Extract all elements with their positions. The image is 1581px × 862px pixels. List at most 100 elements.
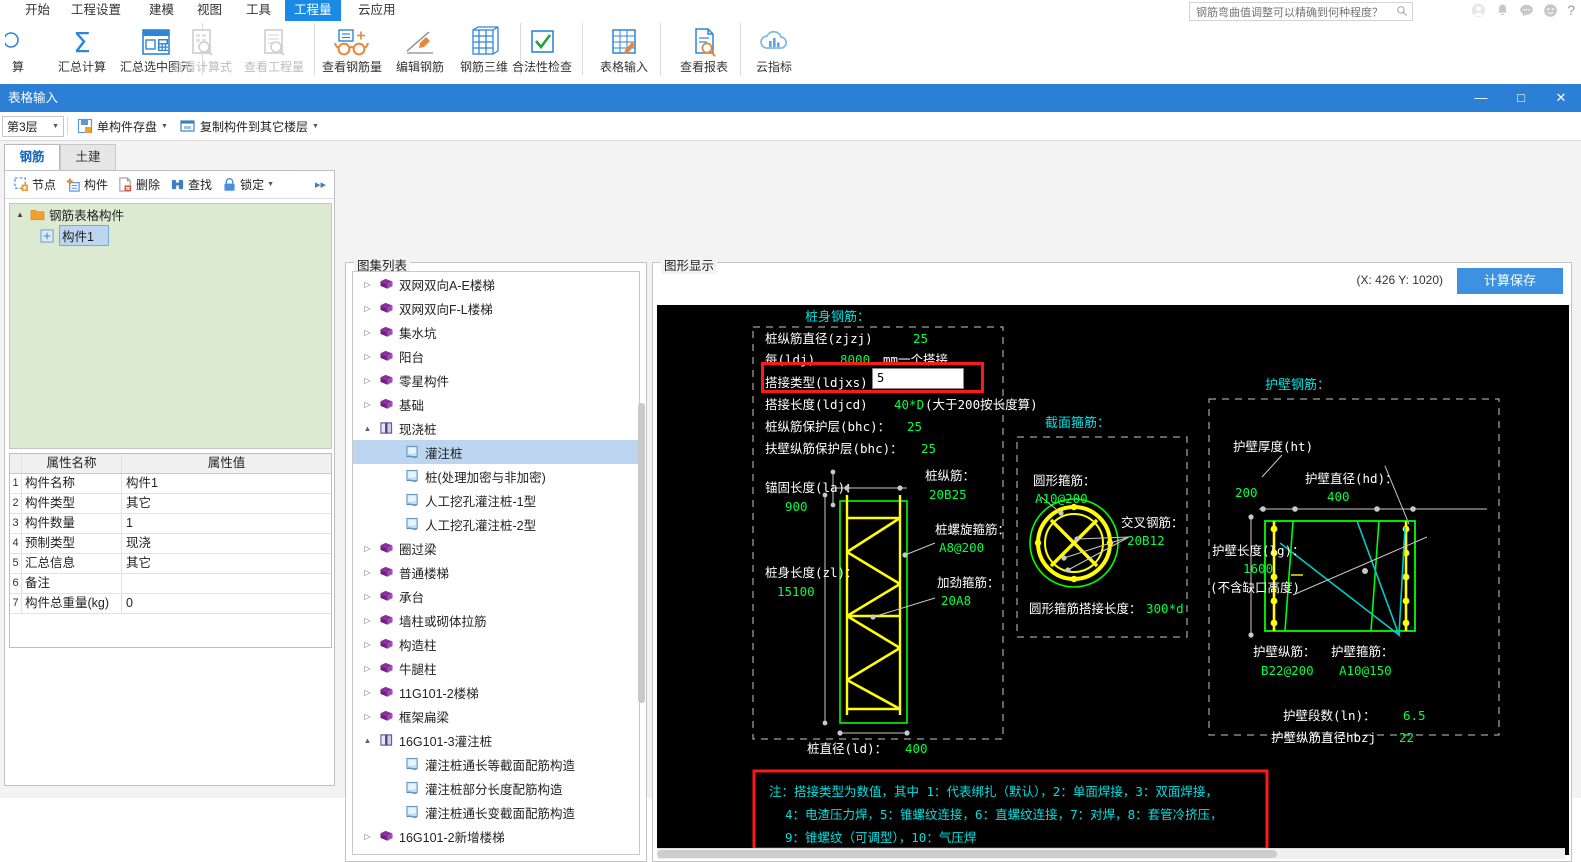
search-input[interactable] bbox=[1194, 4, 1390, 21]
table-row[interactable]: 4 预制类型 现浇 bbox=[10, 534, 331, 554]
atlas-item[interactable]: ▷ 框架扁梁 bbox=[353, 704, 639, 728]
tool-summary-calc[interactable]: Σ 汇总计算 bbox=[50, 21, 114, 82]
row-value[interactable]: 0 bbox=[122, 594, 331, 613]
find-button[interactable]: 查找 bbox=[165, 173, 217, 197]
chat-bubble-icon[interactable] bbox=[1519, 3, 1534, 18]
copy-component-button[interactable]: 复制构件到其它楼层 ▼ bbox=[174, 114, 325, 138]
maximize-button[interactable]: □ bbox=[1501, 84, 1541, 112]
expander-icon[interactable]: ▷ bbox=[361, 376, 374, 385]
atlas-item[interactable]: ▷ 双网双向F-L楼梯 bbox=[353, 296, 639, 320]
atlas-item[interactable]: 灌注桩部分长度配筋构造 bbox=[353, 776, 639, 800]
atlas-item[interactable]: ▷ 构造柱 bbox=[353, 632, 639, 656]
save-component-button[interactable]: 单构件存盘 ▼ bbox=[71, 114, 174, 138]
delete-button[interactable]: 删除 bbox=[113, 173, 165, 197]
expander-icon[interactable]: ▷ bbox=[361, 640, 374, 649]
expander-icon[interactable]: ▷ bbox=[361, 568, 374, 577]
menu-item-modeling[interactable]: 建模 bbox=[140, 0, 183, 21]
more-chevron-icon[interactable]: ▸▸ bbox=[310, 173, 334, 197]
table-row[interactable]: 1 构件名称 构件1 bbox=[10, 474, 331, 494]
diagram-canvas[interactable]: 桩身钢筋： 桩纵筋直径(zjzj) 25 每(ldj) 8000 mm一个搭接 … bbox=[657, 305, 1569, 855]
expander-icon[interactable]: ▷ bbox=[361, 832, 374, 841]
close-button[interactable]: ✕ bbox=[1541, 84, 1581, 112]
atlas-item[interactable]: ▷ 圈过梁 bbox=[353, 536, 639, 560]
tool-table-input[interactable]: 表格输入 bbox=[592, 21, 656, 82]
add-component-button[interactable]: 构件 bbox=[61, 173, 113, 197]
atlas-item[interactable]: ▷ 16G101-2新增楼梯 bbox=[353, 824, 639, 848]
atlas-item[interactable]: ▲ 现浇桩 bbox=[353, 416, 639, 440]
table-row[interactable]: 7 构件总重量(kg) 0 bbox=[10, 594, 331, 614]
expander-icon[interactable]: ▷ bbox=[361, 664, 374, 673]
row-value[interactable]: 其它 bbox=[122, 554, 331, 573]
table-row[interactable]: 5 汇总信息 其它 bbox=[10, 554, 331, 574]
tool-view-rebar-qty[interactable]: 查看钢筋量 bbox=[316, 21, 388, 82]
scrollbar-thumb[interactable] bbox=[657, 850, 1277, 858]
table-row[interactable]: 2 构件类型 其它 bbox=[10, 494, 331, 514]
tree-item-rebar-table-components[interactable]: ▲ 钢筋表格构件 bbox=[10, 204, 331, 225]
tab-rebar[interactable]: 钢筋 bbox=[4, 144, 60, 170]
atlas-item[interactable]: ▷ 集水坑 bbox=[353, 320, 639, 344]
expander-icon[interactable]: ▲ bbox=[16, 210, 26, 219]
atlas-item[interactable]: ▷ 基础 bbox=[353, 392, 639, 416]
atlas-item[interactable]: 人工挖孔灌注桩-1型 bbox=[353, 488, 639, 512]
row-value[interactable] bbox=[122, 574, 331, 593]
expander-icon[interactable]: ▷ bbox=[361, 328, 374, 337]
atlas-item[interactable]: ▲ 16G101-3灌注桩 bbox=[353, 728, 639, 752]
help-question-icon[interactable]: ? bbox=[1567, 3, 1575, 18]
menu-item-quantity[interactable]: 工程量 bbox=[285, 0, 341, 21]
tool-view-formula[interactable]: 查看计算式 bbox=[166, 21, 238, 82]
atlas-item[interactable]: ▷ 11G101-2楼梯 bbox=[353, 680, 639, 704]
row-value[interactable]: 构件1 bbox=[122, 474, 331, 493]
lock-button[interactable]: 锁定 ▼ bbox=[217, 173, 279, 197]
expander-icon[interactable]: ▷ bbox=[361, 616, 374, 625]
expander-icon[interactable]: ▷ bbox=[361, 304, 374, 313]
tool-view-quantity[interactable]: 查看工程量 bbox=[238, 21, 310, 82]
account-icon[interactable] bbox=[1471, 3, 1486, 18]
table-row[interactable]: 6 备注 bbox=[10, 574, 331, 594]
expander-icon[interactable]: ▷ bbox=[361, 712, 374, 721]
expander-icon[interactable]: ▲ bbox=[361, 424, 374, 433]
floor-selector[interactable]: 第3层 ▼ bbox=[2, 115, 64, 137]
expander-icon[interactable]: ▷ bbox=[361, 688, 374, 697]
tool-partial-calc[interactable]: 算 bbox=[0, 21, 50, 82]
canvas-horizontal-scrollbar[interactable] bbox=[657, 848, 1565, 859]
atlas-item[interactable]: 桩(处理加密与非加密) bbox=[353, 464, 639, 488]
expander-icon[interactable]: ▲ bbox=[361, 736, 374, 745]
expander-icon[interactable]: ▷ bbox=[361, 592, 374, 601]
atlas-item[interactable]: 人工挖孔灌注桩-2型 bbox=[353, 512, 639, 536]
tab-civil[interactable]: 土建 bbox=[60, 144, 116, 170]
menu-item-project-settings[interactable]: 工程设置 bbox=[62, 0, 130, 21]
atlas-list[interactable]: ▷ 双网双向A-E楼梯 ▷ 双网双向F-L楼梯 ▷ 集水坑 ▷ 阳台 ▷ 零星构件 ▷ 基础 ▲ 现浇桩灌… bbox=[352, 271, 640, 855]
search-box[interactable] bbox=[1189, 2, 1413, 21]
expander-icon[interactable]: ▷ bbox=[361, 352, 374, 361]
tool-cloud-index[interactable]: 云指标 bbox=[742, 21, 806, 82]
atlas-item[interactable]: ▷ 牛腿柱 bbox=[353, 656, 639, 680]
notification-bell-icon[interactable] bbox=[1495, 3, 1510, 18]
expander-icon[interactable]: ▷ bbox=[361, 400, 374, 409]
row-value[interactable]: 其它 bbox=[122, 494, 331, 513]
minimize-button[interactable]: — bbox=[1461, 84, 1501, 112]
atlas-list-scrollbar[interactable] bbox=[638, 403, 645, 703]
tool-view-report[interactable]: 查看报表 bbox=[672, 21, 736, 82]
smiley-face-icon[interactable] bbox=[1543, 3, 1558, 18]
atlas-item[interactable]: 灌注桩通长等截面配筋构造 bbox=[353, 752, 639, 776]
atlas-item[interactable]: ▷ 承台 bbox=[353, 584, 639, 608]
atlas-item[interactable]: 灌注桩通长变截面配筋构造 bbox=[353, 800, 639, 824]
expander-icon[interactable]: ▷ bbox=[361, 280, 374, 289]
atlas-item[interactable]: ▷ 零星构件 bbox=[353, 368, 639, 392]
menu-item-start[interactable]: 开始 bbox=[16, 0, 59, 21]
add-node-button[interactable]: 节点 bbox=[9, 173, 61, 197]
atlas-item[interactable]: ▷ 普通楼梯 bbox=[353, 560, 639, 584]
calc-save-button[interactable]: 计算保存 bbox=[1457, 268, 1563, 294]
tool-validity-check[interactable]: 合法性检查 bbox=[506, 21, 578, 82]
expander-icon[interactable]: ▷ bbox=[361, 544, 374, 553]
atlas-item[interactable]: ▷ 阳台 bbox=[353, 344, 639, 368]
atlas-item[interactable]: ▷ 双网双向A-E楼梯 bbox=[353, 272, 639, 296]
atlas-item[interactable]: 灌注桩 bbox=[353, 440, 639, 464]
row-value[interactable]: 1 bbox=[122, 514, 331, 533]
menu-item-view[interactable]: 视图 bbox=[188, 0, 231, 21]
tree-item-component-1[interactable]: 构件1 bbox=[10, 225, 331, 246]
table-row[interactable]: 3 构件数量 1 bbox=[10, 514, 331, 534]
tool-edit-rebar[interactable]: 编辑钢筋 bbox=[388, 21, 452, 82]
row-value[interactable]: 现浇 bbox=[122, 534, 331, 553]
atlas-item[interactable]: ▷ 墙柱或砌体拉筋 bbox=[353, 608, 639, 632]
